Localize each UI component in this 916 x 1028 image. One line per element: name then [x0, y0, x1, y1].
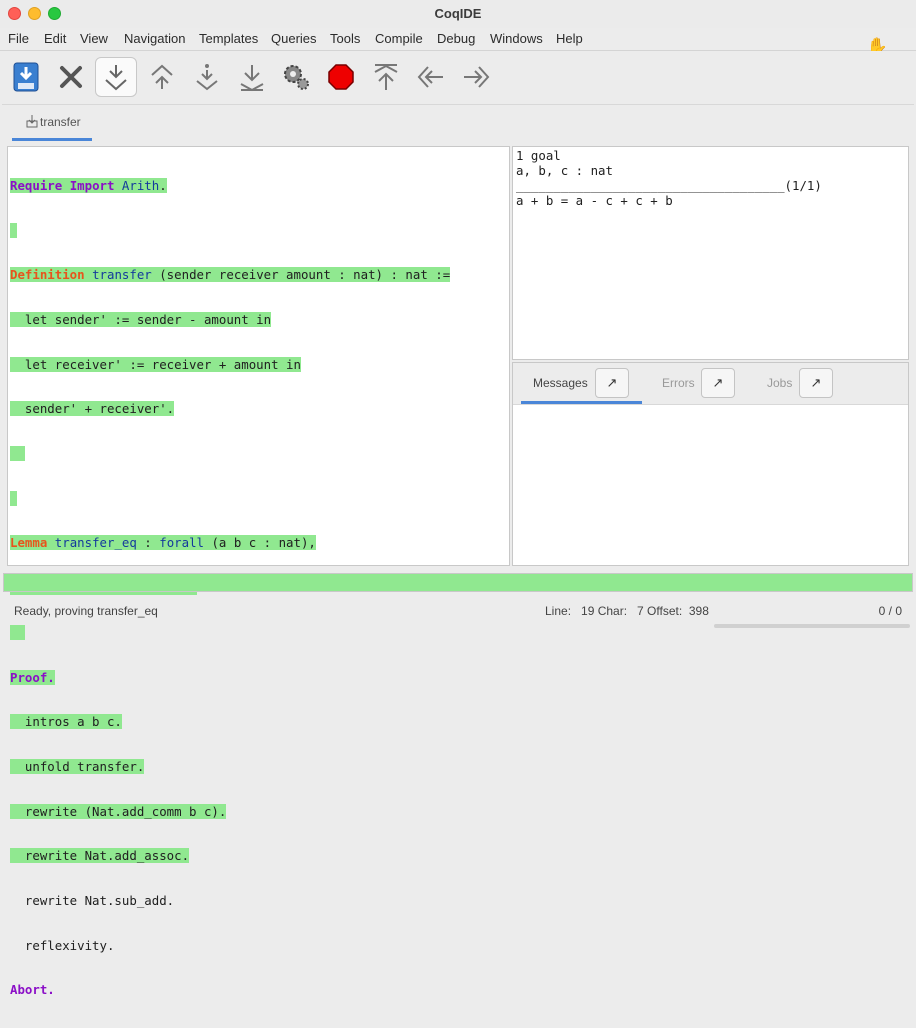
detach-errors-button[interactable]: ↗ — [701, 368, 735, 398]
compile-button[interactable] — [275, 57, 317, 97]
file-tab-transfer[interactable]: transfer — [12, 105, 92, 141]
code-line: intros a b c. — [10, 714, 122, 730]
tab-messages[interactable]: Messages ↗ — [521, 363, 642, 404]
goal-separator: ____________________________________(1/1… — [516, 178, 822, 193]
code-line: Abort. — [10, 982, 55, 998]
goals-text: 1 goal a, b, c : nat _____________________… — [516, 148, 822, 208]
code-line — [10, 624, 450, 641]
goal-conclusion: a + b = a - c + c + b — [516, 193, 673, 208]
code-line: rewrite (Nat.add_comm b c). — [10, 803, 227, 819]
go-to-end-icon — [240, 65, 264, 92]
detach-messages-button[interactable]: ↗ — [595, 368, 629, 398]
menu-tools[interactable]: Tools — [330, 31, 360, 46]
match-count: 0 / 0 — [878, 604, 902, 618]
title-bar: CoqIDE — [0, 0, 916, 28]
go-to-cursor-button[interactable] — [186, 57, 228, 97]
save-icon — [13, 62, 39, 92]
tab-errors-label: Errors — [662, 376, 695, 390]
code-line: Proof. — [10, 669, 55, 685]
menu-bar: File Edit View Navigation Templates Quer… — [0, 28, 916, 51]
code-line — [10, 222, 450, 239]
toolbar — [0, 51, 916, 103]
menu-edit[interactable]: Edit — [44, 31, 66, 46]
step-backward-icon — [151, 64, 173, 89]
tab-messages-label: Messages — [533, 376, 588, 390]
detach-jobs-button[interactable]: ↗ — [799, 368, 833, 398]
file-tab-label: transfer — [40, 115, 81, 129]
menu-compile[interactable]: Compile — [375, 31, 423, 46]
file-tab-underline — [12, 138, 92, 141]
messages-tab-bar: Messages ↗ Errors ↗ Jobs ↗ — [513, 363, 908, 405]
tab-jobs[interactable]: Jobs ↗ — [763, 363, 863, 404]
menu-debug[interactable]: Debug — [437, 31, 475, 46]
window-maximize-button[interactable] — [48, 7, 61, 20]
code-line: unfold transfer. — [10, 758, 145, 774]
menu-windows[interactable]: Windows — [490, 31, 543, 46]
status-message: Ready, proving transfer_eq — [14, 604, 158, 618]
goal-hypotheses: a, b, c : nat — [516, 163, 613, 178]
previous-occurrence-button[interactable] — [410, 57, 452, 97]
menu-file[interactable]: File — [8, 31, 29, 46]
menu-navigation[interactable]: Navigation — [124, 31, 185, 46]
goal-count: 1 goal — [516, 148, 561, 163]
go-to-start-button[interactable] — [365, 57, 407, 97]
cursor-position: Line: 19 Char: 7 Offset: 398 — [545, 604, 709, 618]
go-to-start-icon — [374, 64, 398, 90]
tab-jobs-label: Jobs — [767, 376, 793, 390]
script-editor[interactable]: Require Import Arith. Definition transfe… — [7, 146, 510, 997]
code-line: rewrite Nat.sub_add. — [10, 893, 175, 909]
window-close-button[interactable] — [8, 7, 21, 20]
code-line: Lemma transfer_eq : forall (a b c : nat)… — [10, 535, 316, 551]
step-forward-icon — [105, 65, 127, 91]
next-icon — [464, 66, 490, 88]
code-line — [10, 490, 450, 507]
goals-pane[interactable]: 1 goal a, b, c : nat _____________________… — [512, 146, 909, 360]
previous-icon — [417, 66, 443, 88]
code-line: let receiver' := receiver + amount in — [10, 356, 301, 372]
close-button[interactable] — [50, 57, 92, 97]
processing-progress-bar — [3, 573, 913, 592]
next-occurrence-button[interactable] — [455, 57, 497, 97]
document-save-icon — [26, 115, 38, 128]
gear-icon — [284, 65, 309, 90]
go-to-cursor-icon — [196, 64, 218, 91]
scroll-indicator[interactable] — [714, 624, 910, 628]
file-tab-bar: transfer — [2, 104, 914, 141]
code-line: Require Import Arith. — [10, 177, 167, 193]
window-title: CoqIDE — [434, 6, 482, 21]
stop-icon — [328, 64, 354, 90]
code-line: sender' + receiver'. — [10, 401, 175, 417]
backward-one-button[interactable] — [141, 57, 183, 97]
messages-tab-underline — [521, 401, 642, 404]
menu-queries[interactable]: Queries — [271, 31, 317, 46]
code-line: rewrite Nat.add_assoc. — [10, 848, 190, 864]
menu-view[interactable]: View — [80, 31, 108, 46]
code-line: reflexivity. — [10, 937, 115, 953]
window-minimize-button[interactable] — [28, 7, 41, 20]
code-line: let sender' := sender - amount in — [10, 311, 272, 327]
save-button[interactable] — [5, 57, 47, 97]
menu-templates[interactable]: Templates — [199, 31, 258, 46]
code-line: Definition transfer (sender receiver amo… — [10, 267, 451, 283]
code-line — [10, 446, 450, 462]
go-to-end-button[interactable] — [231, 57, 273, 97]
messages-pane: Messages ↗ Errors ↗ Jobs ↗ — [512, 362, 909, 566]
forward-one-button[interactable] — [95, 57, 137, 97]
menu-help[interactable]: Help — [556, 31, 583, 46]
interrupt-button[interactable] — [320, 57, 362, 97]
tab-errors[interactable]: Errors ↗ — [653, 363, 763, 404]
close-icon — [60, 66, 82, 88]
